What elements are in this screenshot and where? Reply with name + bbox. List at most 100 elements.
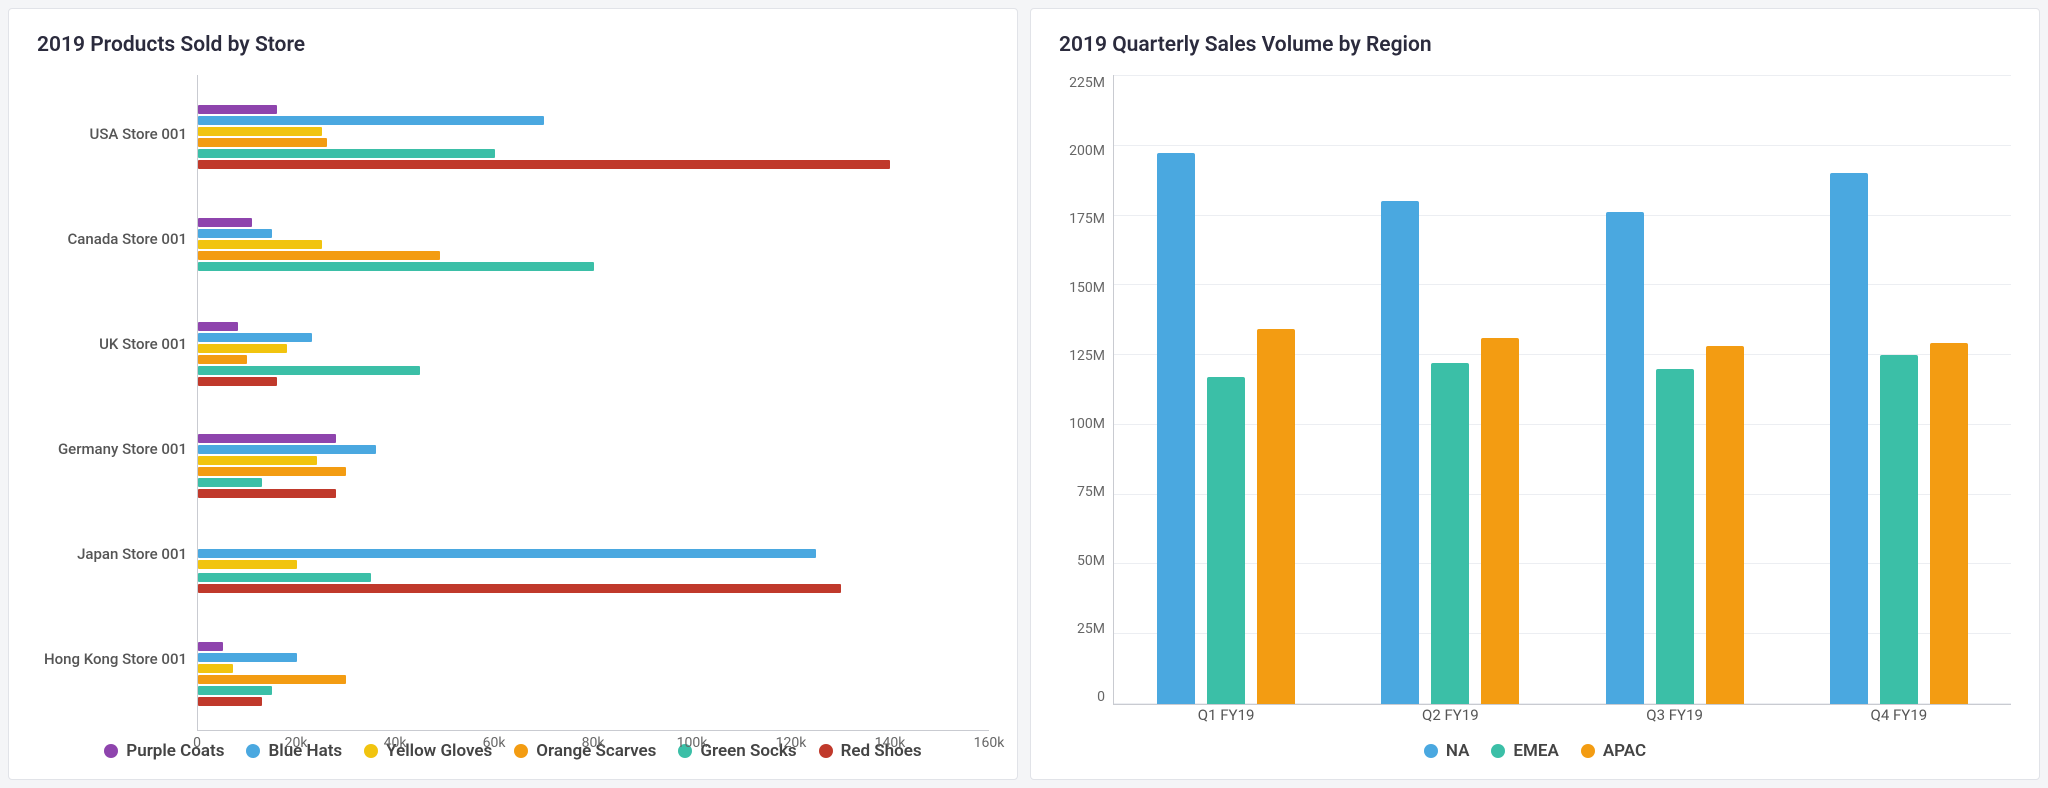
hbar-x-tick: 100k (677, 735, 708, 751)
vbar-x-tick: Q3 FY19 (1563, 706, 1787, 730)
hbar-group (198, 212, 989, 279)
vbar (1381, 201, 1419, 704)
hbar (198, 697, 262, 706)
legend-label: APAC (1603, 741, 1646, 761)
hbar-chart: USA Store 001Canada Store 001UK Store 00… (37, 75, 989, 731)
hbar-chart-area: USA Store 001Canada Store 001UK Store 00… (37, 75, 989, 731)
legend-item[interactable]: NA (1424, 741, 1470, 761)
vbar-y-tick: 100M (1069, 416, 1105, 432)
hbar-x-tick: 80k (582, 735, 605, 751)
hbar (198, 149, 495, 158)
vbar-y-tick: 200M (1069, 143, 1105, 159)
hbar (198, 105, 277, 114)
hbar (198, 366, 420, 375)
hbar-group (198, 99, 989, 175)
hbar (198, 549, 816, 558)
vbar-y-axis: 225M 200M 175M 150M 125M 100M 75M 50M 25M 0 (1059, 75, 1113, 731)
hbar (198, 573, 371, 582)
hbar (198, 355, 247, 364)
hbar (198, 116, 544, 125)
vbar-x-axis: Q1 FY19Q2 FY19Q3 FY19Q4 FY19 (1114, 706, 2011, 730)
vbar (1157, 153, 1195, 704)
vbar (1830, 173, 1868, 704)
hbar-group (198, 428, 989, 504)
vbar (1257, 329, 1295, 704)
hbar (198, 445, 376, 454)
hbar (198, 377, 277, 386)
hbar (198, 262, 594, 271)
hbar (198, 333, 312, 342)
quarterly-sales-panel: 2019 Quarterly Sales Volume by Region 22… (1030, 8, 2040, 780)
vbar-y-tick: 25M (1077, 621, 1105, 637)
hbar-group (198, 636, 989, 712)
vbar-x-tick: Q4 FY19 (1787, 706, 2011, 730)
legend-swatch (1491, 744, 1505, 758)
hbar-category-label: Japan Store 001 (77, 545, 187, 563)
hbar-category-label: USA Store 001 (90, 125, 188, 143)
hbar (198, 218, 252, 227)
vbar (1930, 343, 1968, 704)
hbar (198, 160, 890, 169)
vbar-y-tick: 150M (1069, 280, 1105, 296)
vbar-y-tick: 125M (1069, 348, 1105, 364)
hbar-x-tick: 140k (875, 735, 906, 751)
hbar-category-labels: USA Store 001Canada Store 001UK Store 00… (37, 75, 197, 731)
vbar (1207, 377, 1245, 704)
hbar (198, 138, 327, 147)
vbar-plot: Q1 FY19Q2 FY19Q3 FY19Q4 FY19 (1113, 75, 2011, 705)
hbar-x-tick: 160k (974, 735, 1005, 751)
hbar-category-label: Canada Store 001 (68, 230, 188, 248)
hbar (198, 560, 297, 569)
vbar-group (1338, 75, 1562, 704)
hbar-x-tick: 0 (193, 735, 201, 751)
vbar-y-tick: 225M (1069, 75, 1105, 91)
vbar (1606, 212, 1644, 704)
hbar (198, 675, 346, 684)
hbar-group (198, 541, 989, 599)
hbar-x-tick: 120k (776, 735, 807, 751)
hbar (198, 686, 272, 695)
hbar-group (198, 316, 989, 392)
legend-swatch (104, 744, 118, 758)
hbar-plot (197, 75, 989, 731)
hbar (198, 127, 322, 136)
vbar-y-tick: 0 (1097, 689, 1105, 705)
hbar (198, 642, 223, 651)
vbar-x-tick: Q2 FY19 (1338, 706, 1562, 730)
vbar (1431, 363, 1469, 704)
vbar-y-tick: 50M (1077, 553, 1105, 569)
hbar-x-tick: 60k (483, 735, 506, 751)
vbar (1706, 346, 1744, 704)
legend-right: NA EMEA APAC (1059, 741, 2011, 761)
vbar-chart: 225M 200M 175M 150M 125M 100M 75M 50M 25M 0 Q1 FY… (1059, 75, 2011, 731)
legend-item[interactable]: EMEA (1491, 741, 1558, 761)
hbar-x-tick: 40k (384, 735, 407, 751)
hbar (198, 251, 440, 260)
vbar (1880, 355, 1918, 704)
hbar (198, 344, 287, 353)
legend-label: NA (1446, 741, 1470, 761)
vbar-y-tick: 75M (1077, 484, 1105, 500)
vbar-group (1787, 75, 2011, 704)
hbar (198, 478, 262, 487)
hbar-category-label: Hong Kong Store 001 (44, 650, 187, 668)
vbar-groups (1114, 75, 2011, 704)
vbar-y-tick: 175M (1069, 211, 1105, 227)
hbar-x-axis: 020k40k60k80k100k120k140k160k (197, 735, 989, 759)
hbar (198, 434, 336, 443)
hbar (198, 322, 238, 331)
hbar (198, 664, 233, 673)
hbar (198, 456, 317, 465)
legend-swatch (1424, 744, 1438, 758)
hbar-x-tick: 20k (285, 735, 308, 751)
hbar-category-label: Germany Store 001 (58, 440, 187, 458)
chart-title-left: 2019 Products Sold by Store (37, 33, 989, 57)
hbar (198, 584, 841, 593)
products-by-store-panel: 2019 Products Sold by Store USA Store 00… (8, 8, 1018, 780)
legend-swatch (1581, 744, 1595, 758)
vbar-group (1563, 75, 1787, 704)
hbar (198, 489, 336, 498)
vbar-x-tick: Q1 FY19 (1114, 706, 1338, 730)
hbar (198, 229, 272, 238)
legend-item[interactable]: APAC (1581, 741, 1646, 761)
